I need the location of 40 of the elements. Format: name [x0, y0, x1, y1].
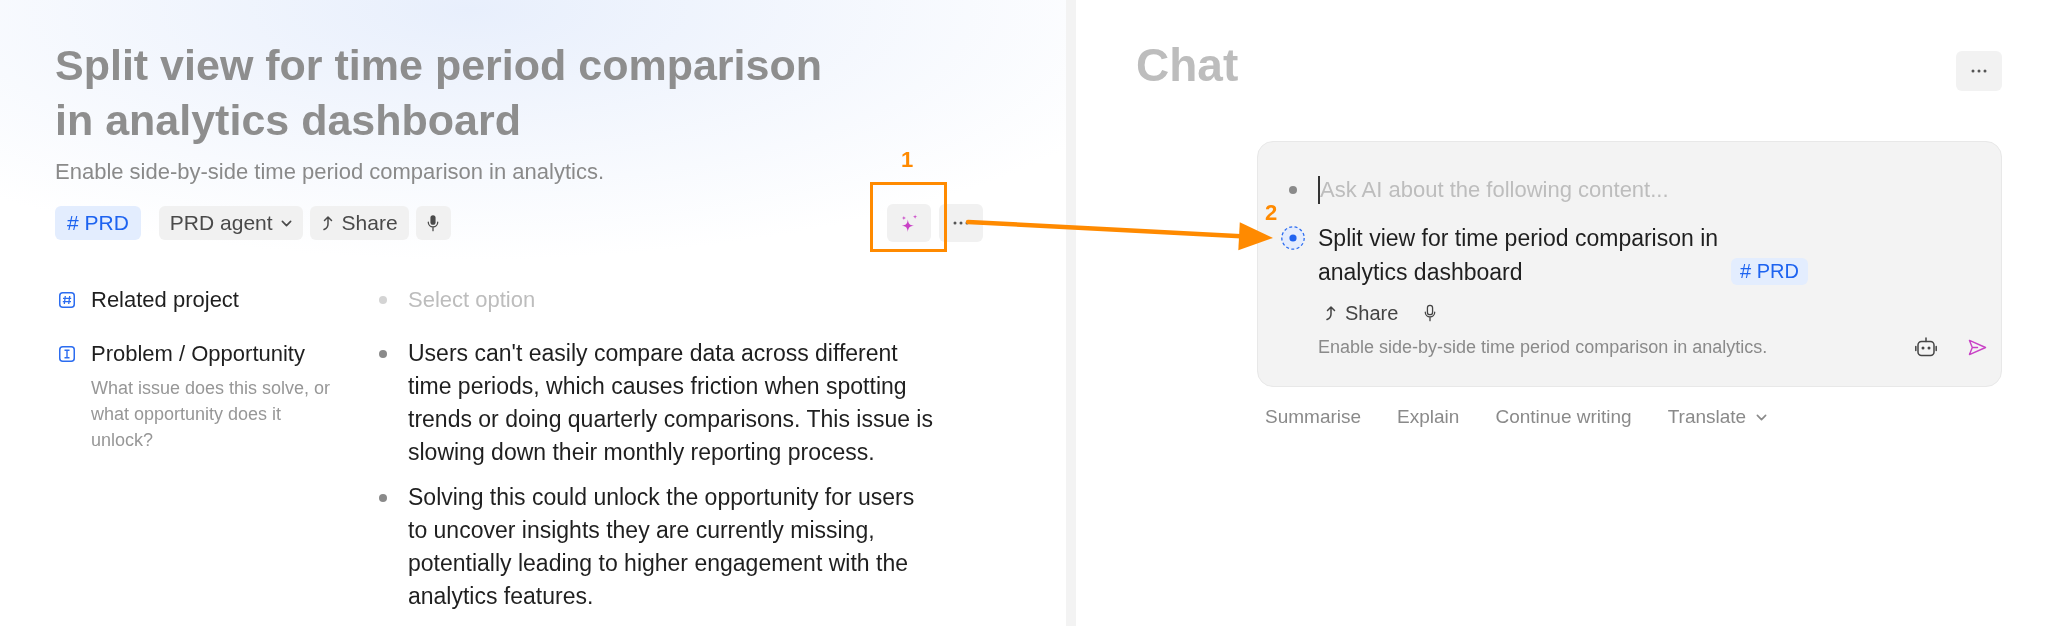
- send-icon: [1967, 338, 1987, 356]
- hash-icon: [59, 291, 75, 308]
- agent-dropdown[interactable]: PRD agent: [158, 206, 303, 240]
- microphone-button[interactable]: [415, 206, 451, 240]
- more-icon: [1971, 69, 1987, 73]
- suggestion-button[interactable]: Continue writing: [1487, 403, 1640, 431]
- field-label: Related project: [91, 286, 239, 314]
- bullet-icon: [1289, 186, 1297, 194]
- share-icon: [320, 215, 334, 231]
- robot-icon: [1915, 337, 1937, 357]
- microphone-icon: [1424, 304, 1437, 322]
- bullet-text: Solving this could unlock the opportunity for users to uncover insights they are currently missing, potentially leading to higher engagement with the analytics features.: [408, 483, 916, 611]
- page-subtitle: Enable side-by-side time period comparison in analytics.: [55, 158, 605, 186]
- page-title: Split view for time period comparison in analytics dashboard: [55, 40, 823, 146]
- field-hint: What issue does this solve, or what opportunity does it unlock?: [91, 377, 332, 452]
- chat-title: Chat: [1136, 40, 1239, 90]
- callout-number: 1: [901, 147, 914, 173]
- bullet-icon: [379, 350, 387, 358]
- more-button[interactable]: [939, 204, 983, 242]
- bullet-icon: [379, 295, 387, 304]
- dashed-ring-icon: [1281, 226, 1305, 250]
- field-label: Problem / Opportunity: [91, 340, 305, 368]
- suggestion-button[interactable]: Summarise: [1257, 403, 1370, 431]
- share-button[interactable]: Share: [1318, 297, 1405, 329]
- share-button[interactable]: Share: [309, 206, 409, 240]
- ai-button[interactable]: [887, 204, 931, 242]
- microphone-icon: [427, 214, 440, 232]
- bullet-icon: [379, 494, 387, 502]
- share-icon: [1324, 305, 1337, 321]
- tag-chip[interactable]: # PRD: [1731, 258, 1808, 285]
- suggestion-dropdown[interactable]: Translate: [1659, 403, 1776, 431]
- suggestion-button[interactable]: Explain: [1389, 403, 1468, 431]
- tag-chip[interactable]: # PRD: [55, 206, 141, 240]
- text-cursor-icon: [59, 345, 75, 362]
- context-title: Split view for time period comparison in analytics dashboard: [1318, 224, 1720, 287]
- context-description: Enable side-by-side time period comparison in analytics.: [1318, 336, 1768, 359]
- chevron-down-icon: [1756, 413, 1768, 421]
- bullet-text: Users can't easily compare data across different time periods, which causes friction when spotting trends or doing quarterly comparisons. This issue is slowing down their monthly reporting process.: [408, 339, 934, 467]
- chevron-down-icon: [280, 219, 292, 227]
- callout-number: 2: [1265, 200, 1278, 226]
